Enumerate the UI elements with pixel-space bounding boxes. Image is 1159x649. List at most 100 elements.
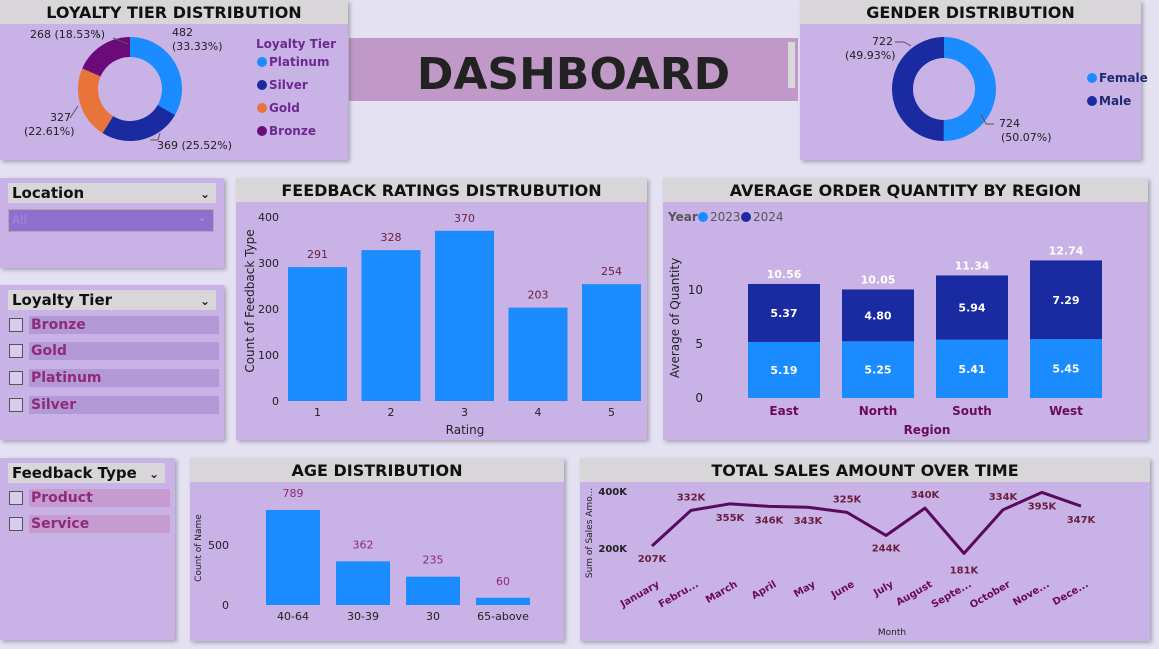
legend-label-platinum: Platinum <box>269 55 329 69</box>
feedback-bar[interactable] <box>288 267 347 401</box>
feedback-bar-label: 291 <box>307 248 328 261</box>
option-bronze[interactable]: Bronze <box>29 316 219 334</box>
sales-x-tick: August <box>894 579 934 609</box>
service-checkbox[interactable] <box>9 517 23 531</box>
dashboard-title: DASHBOARD <box>416 49 731 100</box>
aoq-label-2024: 5.94 <box>958 301 985 314</box>
gender-distribution-panel: GENDER DISTRIBUTION 722 (49.93%) 724 (50… <box>800 0 1148 160</box>
location-slicer-header[interactable]: Location ⌄ <box>8 183 216 203</box>
legend-label-female: Female <box>1099 71 1148 85</box>
loyalty-legend-title: Loyalty Tier <box>256 37 336 51</box>
chevron-down-icon: ⌄ <box>199 187 210 201</box>
legend-label-gold: Gold <box>269 101 300 115</box>
feedback-x-tick: 3 <box>461 406 468 419</box>
silver-value: 369 (25.52%) <box>157 139 232 152</box>
age-x-tick: 30 <box>426 610 440 623</box>
legend-label-silver: Silver <box>269 78 308 92</box>
age-distribution-panel: AGE DISTRIBUTION 0 500 789 40-64 362 30-39 235… <box>190 458 564 641</box>
sales-point-label: 346K <box>755 515 785 526</box>
loyalty-slice-bronze[interactable] <box>82 37 130 77</box>
avg-order-quantity-chart: Year 2023 2024 0 5 10 5.19 5.37 10.56 East 5.25 4… <box>667 210 1102 437</box>
sales-x-tick: July <box>871 579 896 600</box>
sales-x-tick: Dece... <box>1051 579 1090 608</box>
legend-marker-gold <box>257 103 267 113</box>
feedback-bar[interactable] <box>582 284 641 401</box>
chevron-down-icon: ⌄ <box>199 294 210 308</box>
bronze-value: 268 (18.53%) <box>30 28 105 41</box>
platinum-checkbox[interactable] <box>9 371 23 385</box>
loyalty-tier-distribution-panel: LOYALTY TIER DISTRIBUTION 482 (33.33%) 3… <box>0 0 348 160</box>
option-product[interactable]: Product <box>29 489 170 507</box>
gold-pct: (22.61%) <box>24 125 75 138</box>
age-bar[interactable] <box>336 561 390 605</box>
legend-marker-male <box>1087 96 1097 106</box>
feedback-bar[interactable] <box>361 250 421 401</box>
legend-marker-bronze <box>257 126 267 136</box>
feedback-y-axis-title: Count of Feedback Type <box>243 229 257 372</box>
sales-point-label: 347K <box>1067 515 1097 526</box>
banner-scroll-handle[interactable] <box>788 42 795 88</box>
total-sales-chart: 200K 400K 207K January 332K Febru... 355K March… <box>585 487 1097 638</box>
sales-x-tick: Septe... <box>930 579 974 611</box>
sales-x-tick: June <box>829 579 857 602</box>
sales-point-label: 355K <box>716 513 746 524</box>
avg-order-quantity-panel: AVERAGE ORDER QUANTITY BY REGION Year 20… <box>663 178 1148 440</box>
feedback-ratings-panel: FEEDBACK RATINGS DISTRUBUTION 0 100 200 300… <box>236 178 647 440</box>
sales-point-label: 325K <box>833 494 863 505</box>
location-dropdown[interactable]: All ⌄ <box>8 209 214 232</box>
aoq-x-tick: North <box>859 404 897 418</box>
location-slicer-title: Location <box>12 184 85 202</box>
gold-checkbox[interactable] <box>9 344 23 358</box>
sales-point-label: 181K <box>950 565 980 576</box>
male-pct: (49.93%) <box>845 49 896 62</box>
legend-marker-2023 <box>698 212 708 222</box>
aoq-label-2023: 5.45 <box>1052 363 1079 376</box>
product-checkbox[interactable] <box>9 491 23 505</box>
sales-point-label: 332K <box>677 492 707 503</box>
aoq-x-tick: South <box>952 404 992 418</box>
legend-marker-female <box>1087 73 1097 83</box>
aoq-x-tick: West <box>1049 404 1083 418</box>
gender-slice-female[interactable] <box>943 37 996 141</box>
sales-x-axis-title: Month <box>878 628 906 638</box>
age-bar[interactable] <box>476 597 530 605</box>
option-platinum[interactable]: Platinum <box>29 369 219 387</box>
feedback-bar-label: 203 <box>528 289 549 302</box>
age-bar[interactable] <box>266 510 320 605</box>
sales-point-label: 343K <box>794 516 824 527</box>
aoq-label-2023: 5.19 <box>770 364 797 377</box>
aoq-label-2024: 4.80 <box>864 309 891 322</box>
year-legend-title: Year <box>667 210 698 224</box>
chevron-down-icon: ⌄ <box>196 210 207 224</box>
aoq-label-2024: 7.29 <box>1052 294 1079 307</box>
loyalty-slicer-title: Loyalty Tier <box>12 291 113 309</box>
male-value: 722 <box>872 35 893 48</box>
age-bar[interactable] <box>406 576 460 605</box>
location-selected-value: All <box>12 213 27 227</box>
loyalty-slicer-header[interactable]: Loyalty Tier ⌄ <box>8 290 216 310</box>
bronze-checkbox[interactable] <box>9 318 23 332</box>
feedback-slicer-header[interactable]: Feedback Type ⌄ <box>8 463 165 483</box>
silver-checkbox[interactable] <box>9 398 23 412</box>
feedback-bar[interactable] <box>435 230 494 401</box>
sales-y-axis-title: Sum of Sales Amo... <box>585 488 595 578</box>
aoq-x-tick: East <box>769 404 798 418</box>
aoq-total-label: 12.74 <box>1049 244 1084 257</box>
sales-x-tick: May <box>792 579 818 600</box>
aoq-y-tick: 5 <box>695 337 703 351</box>
option-service[interactable]: Service <box>29 515 170 533</box>
feedback-bar-label: 254 <box>601 265 622 278</box>
aoq-label-2023: 5.25 <box>864 364 891 377</box>
legend-marker-silver <box>257 80 267 90</box>
loyalty-slice-gold[interactable] <box>77 68 114 134</box>
sales-x-tick: April <box>750 579 779 602</box>
loyalty-slice-silver[interactable] <box>102 105 176 142</box>
option-silver[interactable]: Silver <box>29 396 219 414</box>
aoq-y-tick: 10 <box>688 283 703 297</box>
feedback-bar-label: 370 <box>454 212 475 225</box>
option-gold[interactable]: Gold <box>29 342 219 360</box>
feedback-bar[interactable] <box>508 307 568 401</box>
sales-y-tick: 400K <box>598 487 628 498</box>
gender-slice-male[interactable] <box>891 37 944 141</box>
sales-x-tick: Febru... <box>657 579 700 610</box>
